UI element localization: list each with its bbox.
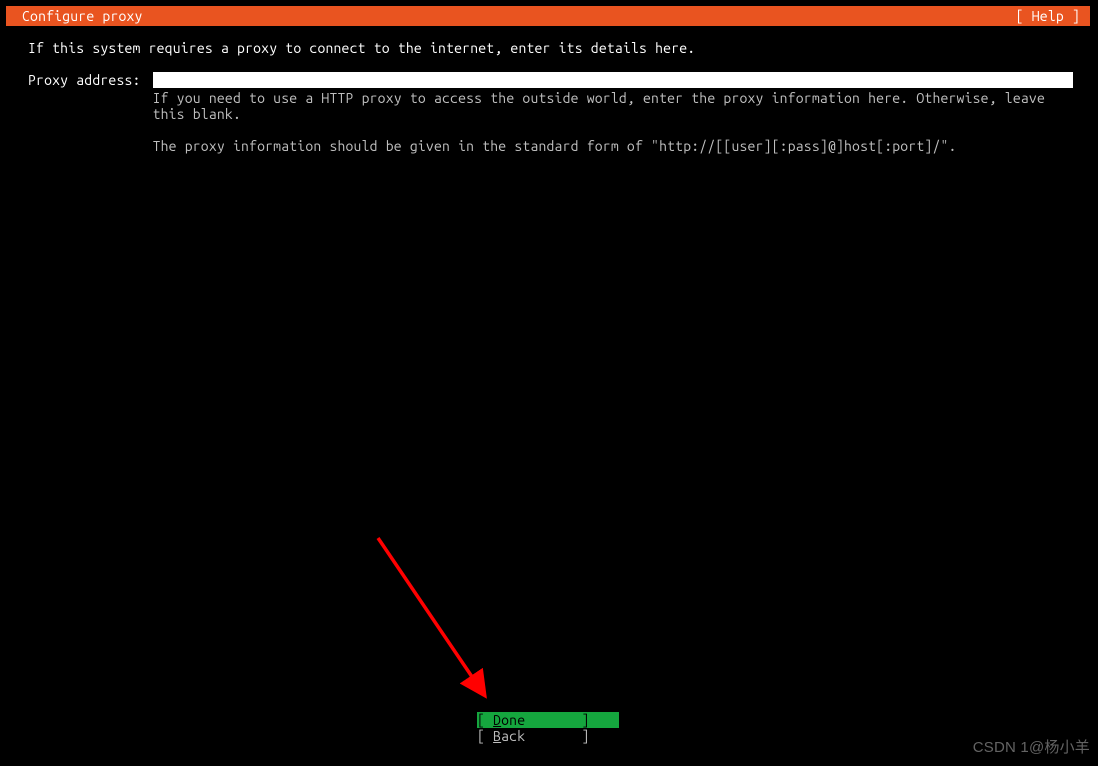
annotation-arrow-icon [368, 528, 518, 718]
installer-screen: Configure proxy [ Help ] If this system … [4, 4, 1092, 756]
done-button[interactable]: [ Done ] [477, 712, 619, 728]
instruction-text: If this system requires a proxy to conne… [28, 40, 1068, 56]
proxy-hint-1: If you need to use a HTTP proxy to acces… [153, 90, 1073, 122]
page-title: Configure proxy [22, 8, 143, 24]
proxy-hint-2: The proxy information should be given in… [153, 138, 1073, 154]
help-button[interactable]: [ Help ] [1016, 8, 1080, 24]
proxy-field-row: Proxy address: If you need to use a HTTP… [28, 72, 1068, 154]
body-area: If this system requires a proxy to conne… [6, 26, 1090, 154]
proxy-label: Proxy address: [28, 72, 153, 88]
header-bar: Configure proxy [ Help ] [6, 6, 1090, 26]
proxy-field-col: If you need to use a HTTP proxy to acces… [153, 72, 1073, 154]
footer-buttons: [ Done ] [ Back ] [6, 712, 1090, 744]
back-button[interactable]: [ Back ] [477, 728, 619, 744]
proxy-input-wrap[interactable] [153, 72, 1073, 88]
proxy-address-input[interactable] [153, 72, 1073, 88]
